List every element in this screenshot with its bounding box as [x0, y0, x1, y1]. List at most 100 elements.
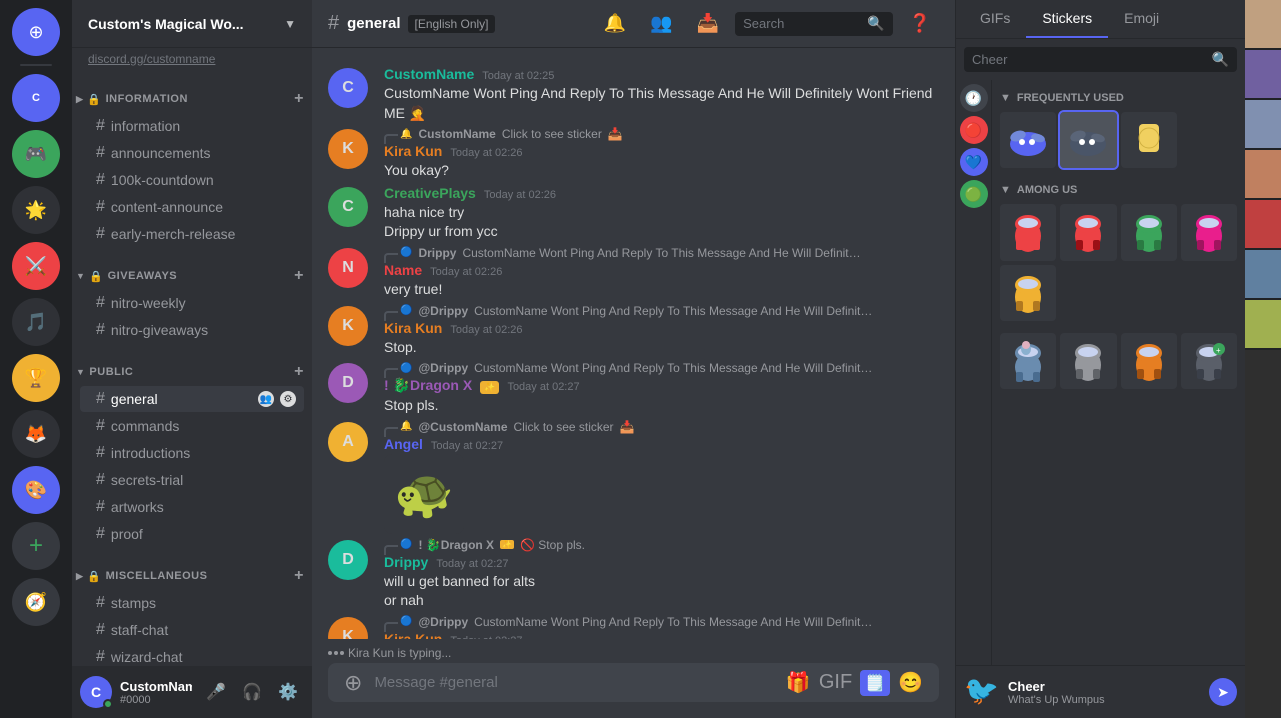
- tab-stickers[interactable]: Stickers: [1026, 0, 1108, 38]
- emoji-btn[interactable]: 😊: [898, 670, 923, 695]
- help-btn[interactable]: ❓: [901, 13, 939, 34]
- home-icon[interactable]: ⊕: [12, 8, 60, 56]
- sticker-item[interactable]: [1000, 333, 1056, 389]
- server-icon-4[interactable]: ⚔️: [12, 242, 60, 290]
- gif-btn[interactable]: GIF: [819, 671, 852, 694]
- gift-btn[interactable]: 🎁: [786, 670, 811, 695]
- sticker-item[interactable]: [1000, 112, 1056, 168]
- sticker-grid-area[interactable]: ▼ FREQUENTLY USED: [992, 80, 1245, 665]
- sticker-cat-blue[interactable]: 💙: [960, 148, 988, 176]
- typing-dots: [328, 651, 344, 655]
- tab-emoji[interactable]: Emoji: [1108, 0, 1175, 38]
- channel-name: information: [111, 118, 296, 134]
- sticker-item[interactable]: [1121, 112, 1177, 168]
- add-server-btn[interactable]: +: [12, 522, 60, 570]
- category-header-miscellaneous[interactable]: ▶ 🔒 MISCELLANEOUS +: [72, 563, 312, 589]
- sticker-send-btn[interactable]: ➤: [1209, 678, 1237, 706]
- sticker-cat-green[interactable]: 🟢: [960, 180, 988, 208]
- category-add-btn[interactable]: +: [294, 363, 304, 381]
- reply-text: 🚫 Stop pls.: [520, 538, 585, 552]
- message-group: N 🔵 Drippy CustomName Wont Ping And Repl…: [312, 244, 955, 302]
- search-box[interactable]: 🔍: [735, 12, 892, 36]
- channel-stamps[interactable]: # stamps: [80, 590, 304, 616]
- server-icon-3[interactable]: 🌟: [12, 186, 60, 234]
- reply-context: 🔵 Drippy CustomName Wont Ping And Reply …: [384, 246, 939, 260]
- channel-introductions[interactable]: # introductions: [80, 440, 304, 466]
- tab-gifs[interactable]: GIFs: [964, 0, 1026, 38]
- reply-author: ! 🐉Dragon X: [418, 538, 494, 552]
- channel-staff-chat[interactable]: # staff-chat: [80, 617, 304, 643]
- server-icon-2[interactable]: 🎮: [12, 130, 60, 178]
- channel-secrets-trial[interactable]: # secrets-trial: [80, 467, 304, 493]
- message-timestamp: Today at 02:27: [507, 381, 579, 393]
- channel-name: early-merch-release: [111, 226, 296, 242]
- server-icon-6[interactable]: 🏆: [12, 354, 60, 402]
- sticker-item[interactable]: [1060, 333, 1116, 389]
- channel-information[interactable]: # information: [80, 113, 304, 139]
- category-add-btn[interactable]: +: [294, 90, 304, 108]
- category-add-btn[interactable]: +: [294, 567, 304, 585]
- sticker-section-among-us[interactable]: ▼ AMONG US: [1000, 180, 1237, 204]
- typing-dot: [328, 651, 332, 655]
- sticker-item[interactable]: [1121, 333, 1177, 389]
- message-author: Name: [384, 262, 422, 278]
- channel-content-announce[interactable]: # content-announce: [80, 194, 304, 220]
- message-content: CreativePlays Today at 02:26 haha nice t…: [384, 185, 939, 242]
- chat-channel-name: general: [347, 15, 400, 32]
- channel-wizard-chat[interactable]: # wizard-chat: [80, 644, 304, 666]
- message-timestamp: Today at 02:27: [436, 558, 508, 570]
- channel-proof[interactable]: # proof: [80, 521, 304, 547]
- inbox-btn[interactable]: 📥: [689, 13, 727, 34]
- server-icon-5[interactable]: 🎵: [12, 298, 60, 346]
- sticker-item-selected[interactable]: [1060, 112, 1116, 168]
- channel-nitro-giveaways[interactable]: # nitro-giveaways: [80, 317, 304, 343]
- server-link[interactable]: discord.gg/customname: [72, 48, 312, 70]
- channel-general[interactable]: # general 👥 ⚙: [80, 386, 304, 412]
- sticker-item[interactable]: [1000, 265, 1056, 321]
- channel-name: general: [111, 391, 252, 407]
- channel-name: stamps: [111, 595, 296, 611]
- category-header-public[interactable]: ▼ PUBLIC +: [72, 359, 312, 385]
- mute-btn[interactable]: 🎤: [200, 676, 232, 708]
- channel-nitro-weekly[interactable]: # nitro-weekly: [80, 290, 304, 316]
- reply-text: CustomName Wont Ping And Reply To This M…: [474, 615, 874, 629]
- server-icon-7[interactable]: 🦊: [12, 410, 60, 458]
- category-header-giveaways[interactable]: ▼ 🔒 GIVEAWAYS +: [72, 263, 312, 289]
- sticker-cat-red[interactable]: 🔴: [960, 116, 988, 144]
- channel-100k-countdown[interactable]: # 100k-countdown: [80, 167, 304, 193]
- members-btn[interactable]: 👥: [642, 13, 680, 34]
- avatar: C: [328, 68, 368, 108]
- server-icon-1[interactable]: C: [12, 74, 60, 122]
- sticker-section-frequently-used[interactable]: ▼ FREQUENTLY USED: [1000, 88, 1237, 112]
- category-label: MISCELLANEOUS: [106, 570, 208, 582]
- messages-container[interactable]: C CustomName Today at 02:25 CustomName W…: [312, 48, 955, 639]
- message-group: C CreativePlays Today at 02:26 haha nice…: [312, 183, 955, 244]
- explore-servers-btn[interactable]: 🧭: [12, 578, 60, 626]
- server-header[interactable]: Custom's Magical Wo... ▼: [72, 0, 312, 48]
- sticker-item[interactable]: [1060, 204, 1116, 260]
- message-input[interactable]: [374, 663, 773, 702]
- channel-artworks[interactable]: # artworks: [80, 494, 304, 520]
- channel-early-merch-release[interactable]: # early-merch-release: [80, 221, 304, 247]
- sticker-item[interactable]: [1181, 204, 1237, 260]
- attachment-btn[interactable]: ⊕: [344, 670, 362, 696]
- server-icon-8[interactable]: 🎨: [12, 466, 60, 514]
- notification-btn[interactable]: 🔔: [596, 13, 634, 34]
- message-author: Kira Kun: [384, 143, 442, 159]
- settings-btn[interactable]: ⚙️: [272, 676, 304, 708]
- sticker-item[interactable]: [1000, 204, 1056, 260]
- sticker-search-box[interactable]: 🔍: [964, 47, 1237, 72]
- channel-commands[interactable]: # commands: [80, 413, 304, 439]
- sticker-item[interactable]: +: [1181, 333, 1237, 389]
- recent-stickers-btn[interactable]: 🕐: [960, 84, 988, 112]
- channel-announcements[interactable]: # announcements: [80, 140, 304, 166]
- deafen-btn[interactable]: 🎧: [236, 676, 268, 708]
- message-author: CreativePlays: [384, 185, 476, 201]
- category-header-information[interactable]: ▶ 🔒 INFORMATION +: [72, 86, 312, 112]
- search-input[interactable]: [743, 16, 863, 31]
- sticker-search-input[interactable]: [972, 52, 1208, 67]
- sticker-item[interactable]: [1121, 204, 1177, 260]
- channel-hash-icon: #: [96, 594, 105, 612]
- sticker-btn[interactable]: 🗒️: [860, 670, 890, 696]
- category-add-btn[interactable]: +: [294, 267, 304, 285]
